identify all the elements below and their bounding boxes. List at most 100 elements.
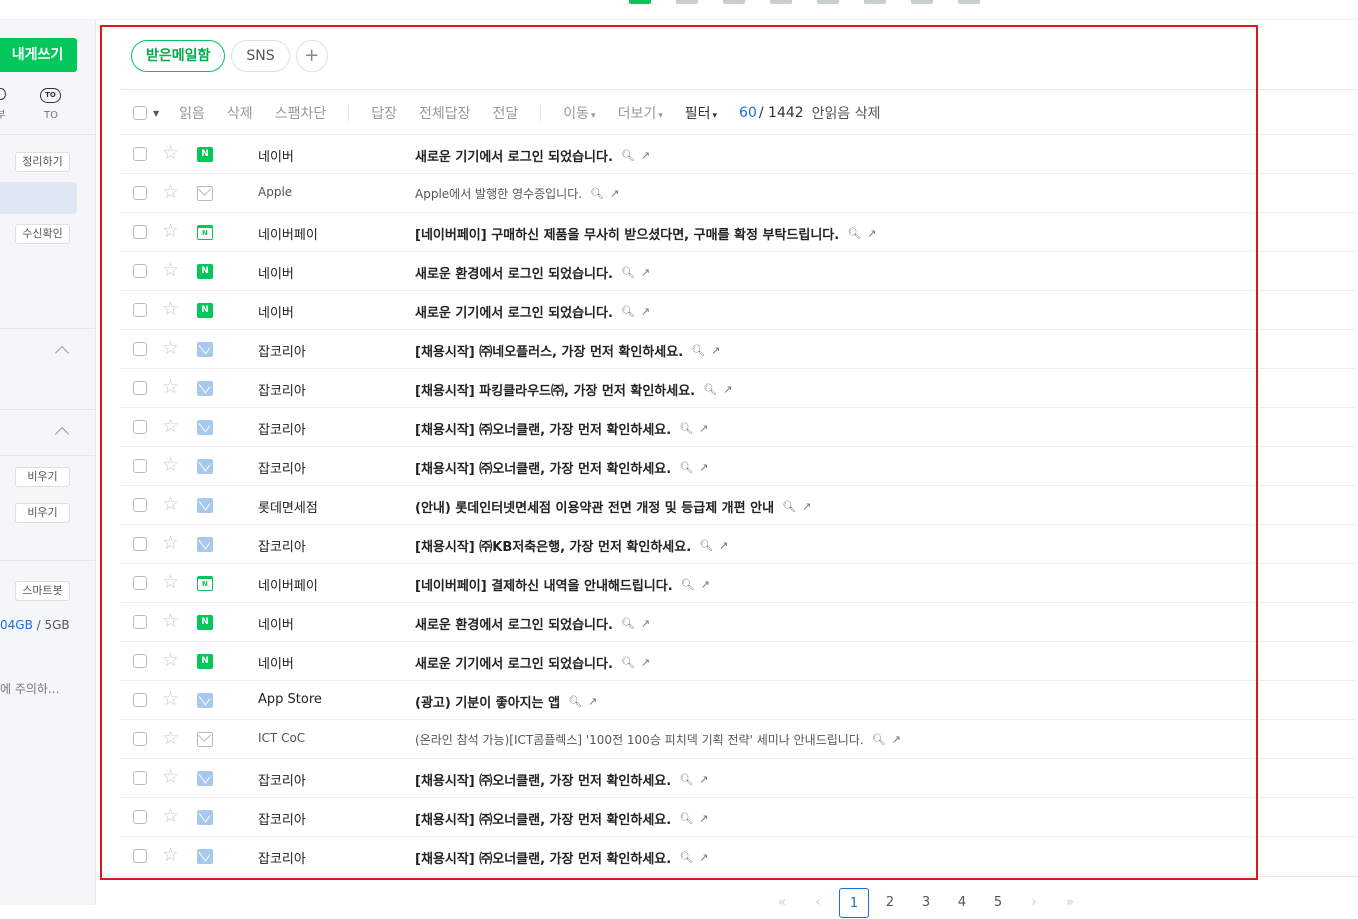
preview-search-icon[interactable]: 🔍︎ (782, 500, 796, 513)
email-sender[interactable]: 네이버페이 (258, 575, 408, 594)
email-checkbox[interactable] (133, 693, 147, 707)
email-row[interactable]: ☆ 잡코리아 [채용시작] ㈜오너클랜, 가장 먼저 확인하세요. 🔍︎ ↗ (121, 407, 1357, 446)
organize-button[interactable]: 정리하기 (15, 152, 70, 172)
to-icon[interactable]: TO (40, 88, 61, 103)
reply-button[interactable]: 답장 (371, 103, 397, 123)
open-new-window-icon[interactable]: ↗ (641, 656, 650, 669)
email-sender[interactable]: 잡코리아 (258, 380, 408, 399)
star-icon[interactable]: ☆ (162, 416, 179, 436)
mail-icon[interactable] (629, 0, 651, 4)
star-icon[interactable]: ☆ (162, 221, 179, 241)
page-1[interactable]: 1 (839, 888, 869, 918)
email-sender[interactable]: 롯데면세점 (258, 497, 408, 516)
star-icon[interactable]: ☆ (162, 845, 179, 865)
email-checkbox[interactable] (133, 186, 147, 200)
star-icon[interactable]: ☆ (162, 533, 179, 553)
email-row[interactable]: ☆ 잡코리아 [채용시작] 파킹클라우드㈜, 가장 먼저 확인하세요. 🔍︎ ↗ (121, 368, 1357, 407)
email-row[interactable]: ☆ 잡코리아 [채용시작] ㈜오너클랜, 가장 먼저 확인하세요. 🔍︎ ↗ (121, 797, 1357, 836)
star-icon[interactable]: ☆ (162, 260, 179, 280)
email-subject[interactable]: [네이버페이] 결제하신 내역을 안내해드립니다. 🔍︎ ↗ (415, 575, 710, 594)
star-icon[interactable]: ☆ (162, 182, 179, 202)
email-sender[interactable]: 잡코리아 (258, 419, 408, 438)
preview-search-icon[interactable]: 🔍︎ (621, 266, 635, 279)
star-icon[interactable]: ☆ (162, 650, 179, 670)
email-checkbox[interactable] (133, 147, 147, 161)
email-subject[interactable]: [채용시작] ㈜오너클랜, 가장 먼저 확인하세요. 🔍︎ ↗ (415, 848, 708, 867)
email-checkbox[interactable] (133, 459, 147, 473)
preview-search-icon[interactable]: 🔍︎ (679, 851, 693, 864)
email-subject-text[interactable]: [채용시작] ㈜네오플러스, 가장 먼저 확인하세요. (415, 341, 683, 360)
email-subject-text[interactable]: [채용시작] ㈜오너클랜, 가장 먼저 확인하세요. (415, 419, 671, 438)
open-new-window-icon[interactable]: ↗ (641, 617, 650, 630)
email-sender[interactable]: App Store (258, 692, 408, 707)
email-sender[interactable]: 네이버 (258, 653, 408, 672)
email-row[interactable]: ☆ 잡코리아 [채용시작] ㈜네오플러스, 가장 먼저 확인하세요. 🔍︎ ↗ (121, 329, 1357, 368)
email-subject[interactable]: Apple에서 발행한 영수증입니다. 🔍︎ ↗ (415, 185, 619, 202)
email-row[interactable]: ☆ ICT CoC (온라인 참석 가능)[ICT콤플렉스] '100전 100승 … (121, 719, 1357, 758)
email-sender[interactable]: ICT CoC (258, 731, 408, 745)
email-subject-text[interactable]: [채용시작] ㈜오너클랜, 가장 먼저 확인하세요. (415, 809, 671, 828)
email-subject[interactable]: 새로운 환경에서 로그인 되었습니다. 🔍︎ ↗ (415, 263, 650, 282)
page-3[interactable]: 3 (911, 888, 941, 918)
preview-search-icon[interactable]: 🔍︎ (621, 656, 635, 669)
sidebar-selected-folder[interactable] (0, 182, 77, 214)
star-icon[interactable]: ☆ (162, 143, 179, 163)
preview-search-icon[interactable]: 🔍︎ (621, 617, 635, 630)
star-icon[interactable]: ☆ (162, 689, 179, 709)
email-checkbox[interactable] (133, 303, 147, 317)
email-subject-text[interactable]: 새로운 기기에서 로그인 되었습니다. (415, 146, 613, 165)
star-icon[interactable]: ☆ (162, 611, 179, 631)
tab-sns[interactable]: SNS (231, 40, 290, 72)
prev-page-button[interactable]: ‹ (803, 888, 833, 918)
email-sender[interactable]: 잡코리아 (258, 770, 408, 789)
email-row[interactable]: ☆ N 네이버 새로운 환경에서 로그인 되었습니다. 🔍︎ ↗ (121, 251, 1357, 290)
block-spam-button[interactable]: 스팸차단 (275, 103, 327, 123)
preview-search-icon[interactable]: 🔍︎ (872, 733, 886, 746)
open-new-window-icon[interactable]: ↗ (699, 461, 708, 474)
email-checkbox[interactable] (133, 615, 147, 629)
tab-inbox[interactable]: 받은메일함 (131, 40, 226, 72)
email-checkbox[interactable] (133, 849, 147, 863)
page-2[interactable]: 2 (875, 888, 905, 918)
smartbot-button[interactable]: 스마트봇 (15, 581, 70, 601)
email-subject[interactable]: (온라인 참석 가능)[ICT콤플렉스] '100전 100승 피치덱 기획 전… (415, 731, 901, 748)
open-new-window-icon[interactable]: ↗ (699, 773, 708, 786)
next-page-button[interactable]: › (1019, 888, 1049, 918)
email-sender[interactable]: 잡코리아 (258, 809, 408, 828)
preview-search-icon[interactable]: 🔍︎ (703, 383, 717, 396)
email-row[interactable]: ☆ N 네이버페이 [네이버페이] 구매하신 제품을 무사히 받으셨다면, 구매를 확… (121, 212, 1357, 251)
email-row[interactable]: ☆ N 네이버 새로운 환경에서 로그인 되었습니다. 🔍︎ ↗ (121, 602, 1357, 641)
more-dropdown[interactable]: 더보기 (618, 103, 663, 123)
email-subject-text[interactable]: [채용시작] ㈜오너클랜, 가장 먼저 확인하세요. (415, 458, 671, 477)
preview-search-icon[interactable]: 🔍︎ (679, 773, 693, 786)
page-4[interactable]: 4 (947, 888, 977, 918)
email-sender[interactable]: 네이버페이 (258, 224, 408, 243)
email-subject[interactable]: (광고) 기분이 좋아지는 앱 🔍︎ ↗ (415, 692, 597, 711)
email-sender[interactable]: 잡코리아 (258, 848, 408, 867)
open-new-window-icon[interactable]: ↗ (701, 578, 710, 591)
move-dropdown[interactable]: 이동 (563, 103, 595, 123)
collapse-chevron-icon[interactable] (54, 426, 70, 442)
email-checkbox[interactable] (133, 264, 147, 278)
email-subject[interactable]: [채용시작] ㈜KB저축은행, 가장 먼저 확인하세요. 🔍︎ ↗ (415, 536, 728, 555)
email-subject[interactable]: [네이버페이] 구매하신 제품을 무사히 받으셨다면, 구매를 확정 부탁드립니… (415, 224, 876, 243)
email-row[interactable]: ☆ N 네이버 새로운 기기에서 로그인 되었습니다. 🔍︎ ↗ (121, 290, 1357, 329)
email-checkbox[interactable] (133, 225, 147, 239)
star-icon[interactable]: ☆ (162, 299, 179, 319)
email-subject[interactable]: 새로운 기기에서 로그인 되었습니다. 🔍︎ ↗ (415, 146, 650, 165)
contacts-icon[interactable] (723, 0, 745, 4)
star-icon[interactable]: ☆ (162, 455, 179, 475)
star-icon[interactable]: ☆ (162, 767, 179, 787)
open-new-window-icon[interactable]: ↗ (892, 733, 901, 746)
sidebar-shortcut-left[interactable]: 부 (0, 88, 6, 121)
delete-unread-button[interactable]: 안읽음 삭제 (812, 103, 881, 123)
open-new-window-icon[interactable]: ↗ (699, 851, 708, 864)
email-sender[interactable]: Apple (258, 185, 408, 199)
favorites-icon[interactable] (958, 0, 980, 4)
open-new-window-icon[interactable]: ↗ (641, 149, 650, 162)
email-subject-text[interactable]: [채용시작] ㈜오너클랜, 가장 먼저 확인하세요. (415, 848, 671, 867)
collapse-chevron-icon[interactable] (54, 345, 70, 361)
email-sender[interactable]: 잡코리아 (258, 458, 408, 477)
blog-icon[interactable] (911, 0, 933, 4)
filter-dropdown[interactable]: 필터 (685, 103, 717, 123)
